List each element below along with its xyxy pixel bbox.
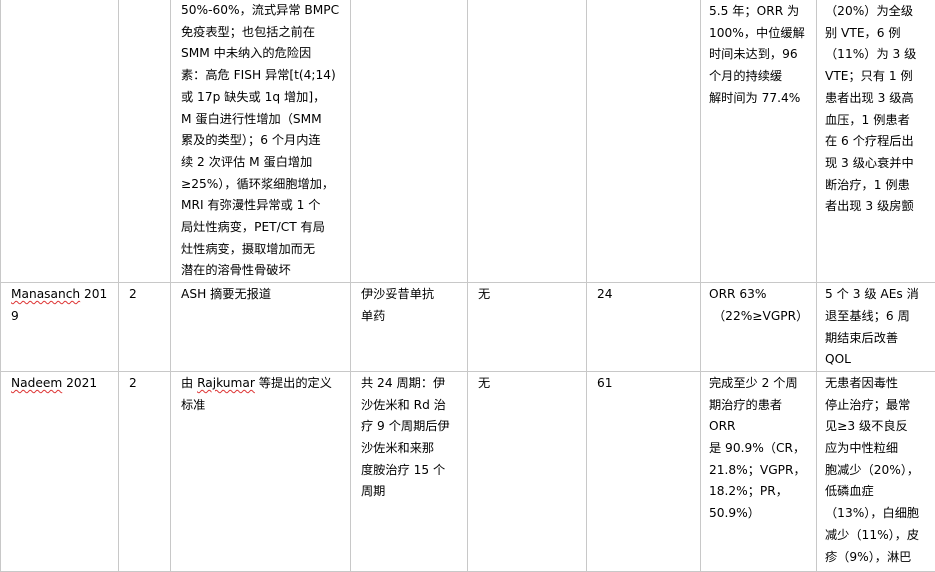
- cell-study: [1, 0, 119, 283]
- text-line: 低磷血症: [825, 481, 932, 503]
- text-line: 沙佐米和来那: [361, 438, 464, 460]
- text-line: 或 17p 缺失或 1q 增加]，: [181, 87, 347, 109]
- text-line: 现 3 级心衰并中: [825, 153, 932, 175]
- text-line: 患者出现 3 级高: [825, 88, 932, 110]
- text-line: 度胺治疗 15 个: [361, 460, 464, 482]
- text-line: 累及的类型）；6 个月内连: [181, 130, 347, 152]
- cell-safety: 无患者因毒性 停止治疗；最常 见≥3 级不良反 应为中性粒细 胞减少（20%），…: [817, 371, 935, 571]
- text-line: 是 90.9%（CR，: [709, 438, 813, 460]
- study-name: Manasanch: [11, 287, 80, 301]
- text-line: M 蛋白进行性增加（SMM: [181, 109, 347, 131]
- cell-definition: 50%-60%，流式异常 BMPC 免疫表型；也包括之前在 SMM 中未纳入的危…: [171, 0, 351, 283]
- cell-followup: [587, 0, 701, 283]
- text-line: ORR 63%: [709, 284, 813, 306]
- text-line: 疗 9 个周期后伊: [361, 416, 464, 438]
- text-line: 胞减少（20%），: [825, 460, 932, 482]
- text-line: 别 VTE，6 例: [825, 23, 932, 45]
- text-line: ≥25%），循环浆细胞增加，: [181, 174, 347, 196]
- text-line: 21.8%；VGPR，: [709, 460, 813, 482]
- table-row: Manasanch 2019 2 ASH 摘要无报道 伊沙妥昔单抗 单药 无 2…: [1, 283, 935, 372]
- cell-definition: 由 Rajkumar 等提出的定义 标准: [171, 371, 351, 571]
- text-line: 潜在的溶骨性骨破坏: [181, 260, 347, 282]
- study-name: Nadeem: [11, 376, 62, 390]
- text-line: 灶性病变，摄取增加而无: [181, 239, 347, 261]
- cell-followup: 24: [587, 283, 701, 372]
- cell-safety: 5 个 3 级 AEs 消 退至基线；6 周 期结束后改善 QOL: [817, 283, 935, 372]
- text-line: 完成至少 2 个周: [709, 373, 813, 395]
- text-line: 见≥3 级不良反: [825, 416, 932, 438]
- text-line: 素：高危 FISH 异常[t(4;14): [181, 65, 347, 87]
- text-line: 免疫表型；也包括之前在: [181, 22, 347, 44]
- text-line: 停止治疗；最常: [825, 395, 932, 417]
- text-line: 疹（9%），淋巴: [825, 547, 932, 569]
- text-line: 个月的持续缓: [709, 66, 813, 88]
- text-line: 标准: [181, 395, 347, 417]
- cell-phase: 2: [119, 283, 171, 372]
- cell-control: 无: [468, 371, 587, 571]
- study-table: 50%-60%，流式异常 BMPC 免疫表型；也包括之前在 SMM 中未纳入的危…: [0, 0, 935, 572]
- text-line: 解时间为 77.4%: [709, 88, 813, 110]
- text-line: 在 6 个疗程后出: [825, 131, 932, 153]
- text-line: 伊沙妥昔单抗: [361, 284, 464, 306]
- text-line: ASH 摘要无报道: [181, 284, 347, 306]
- text-line: 周期: [361, 481, 464, 503]
- text-line: 时间未达到，96: [709, 44, 813, 66]
- cell-followup: 61: [587, 371, 701, 571]
- text-line: 单药: [361, 306, 464, 328]
- text-line: （13%），白细胞: [825, 503, 932, 525]
- cell-safety: （20%）为全级 别 VTE，6 例 （11%）为 3 级 VTE；只有 1 例…: [817, 0, 935, 283]
- text-line: QOL: [825, 349, 932, 371]
- text-line: 50.9%）: [709, 503, 813, 525]
- text-line: 应为中性粒细: [825, 438, 932, 460]
- text-line: 沙佐米和 Rd 治: [361, 395, 464, 417]
- cell-efficacy: ORR 63% （22%≥VGPR）: [701, 283, 817, 372]
- table-row: 50%-60%，流式异常 BMPC 免疫表型；也包括之前在 SMM 中未纳入的危…: [1, 0, 935, 283]
- cell-control: 无: [468, 283, 587, 372]
- text-line: SMM 中未纳入的危险因: [181, 43, 347, 65]
- text-line: 18.2%；PR，: [709, 481, 813, 503]
- text-line: 者出现 3 级房颤: [825, 196, 932, 218]
- cell-efficacy: 完成至少 2 个周 期治疗的患者 ORR 是 90.9%（CR， 21.8%；V…: [701, 371, 817, 571]
- cell-control: [468, 0, 587, 283]
- text-line: 由 Rajkumar 等提出的定义: [181, 373, 347, 395]
- text-line: 退至基线；6 周: [825, 306, 932, 328]
- cell-study: Manasanch 2019: [1, 283, 119, 372]
- text-line: 续 2 次评估 M 蛋白增加: [181, 152, 347, 174]
- cell-study: Nadeem 2021: [1, 371, 119, 571]
- cell-definition: ASH 摘要无报道: [171, 283, 351, 372]
- cell-regimen: [351, 0, 468, 283]
- text-line: 断治疗，1 例患: [825, 175, 932, 197]
- text-line: 5 个 3 级 AEs 消: [825, 284, 932, 306]
- text-line: 局灶性病变，PET/CT 有局: [181, 217, 347, 239]
- text-line: 期结束后改善: [825, 328, 932, 350]
- text-line: （11%）为 3 级: [825, 44, 932, 66]
- cell-regimen: 共 24 周期：伊 沙佐米和 Rd 治 疗 9 个周期后伊 沙佐米和来那 度胺治…: [351, 371, 468, 571]
- cell-phase: 2: [119, 371, 171, 571]
- text-line: 期治疗的患者: [709, 395, 813, 417]
- text-line: ORR: [709, 416, 813, 438]
- cell-efficacy: 5.5 年；ORR 为 100%，中位缓解 时间未达到，96 个月的持续缓 解时…: [701, 0, 817, 283]
- author-name: Rajkumar: [197, 376, 255, 390]
- table-row: Nadeem 2021 2 由 Rajkumar 等提出的定义 标准 共 24 …: [1, 371, 935, 571]
- text-line: 100%，中位缓解: [709, 23, 813, 45]
- cell-phase: [119, 0, 171, 283]
- cell-regimen: 伊沙妥昔单抗 单药: [351, 283, 468, 372]
- text-line: 减少（11%），皮: [825, 525, 932, 547]
- text-line: 5.5 年；ORR 为: [709, 1, 813, 23]
- study-year: 2021: [66, 376, 97, 390]
- text-line: 50%-60%，流式异常 BMPC: [181, 0, 347, 22]
- text-line: VTE；只有 1 例: [825, 66, 932, 88]
- text-line: 血压，1 例患者: [825, 110, 932, 132]
- text-line: （20%）为全级: [825, 1, 932, 23]
- text-line: （22%≥VGPR）: [709, 306, 813, 328]
- text-line: 共 24 周期：伊: [361, 373, 464, 395]
- text-line: 无患者因毒性: [825, 373, 932, 395]
- text-line: MRI 有弥漫性异常或 1 个: [181, 195, 347, 217]
